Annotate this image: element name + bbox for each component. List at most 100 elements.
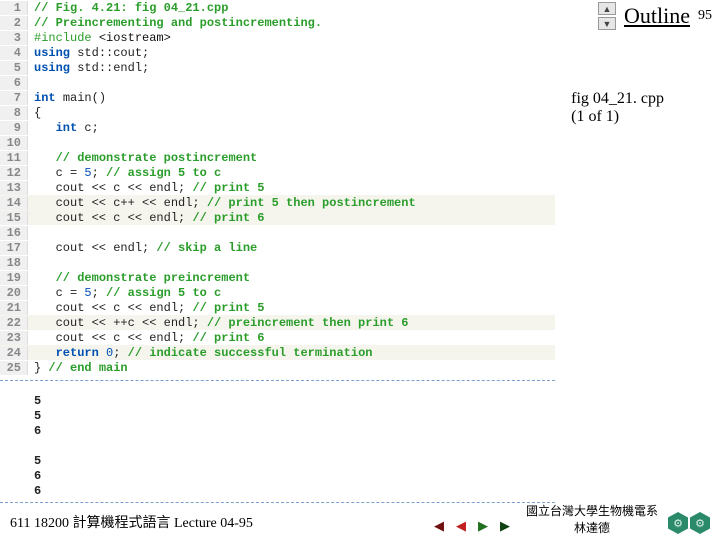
footer-author: 林達德: [526, 519, 658, 536]
line-number: 21: [0, 301, 28, 315]
code-text: } // end main: [28, 361, 128, 375]
code-text: int c;: [28, 121, 99, 135]
line-number: 24: [0, 346, 28, 360]
code-text: // demonstrate postincrement: [28, 151, 257, 165]
line-number: 19: [0, 271, 28, 285]
code-line: 13 cout << c << endl; // print 5: [0, 180, 555, 195]
line-number: 4: [0, 46, 28, 60]
code-text: using std::cout;: [28, 46, 149, 60]
code-line: 11 // demonstrate postincrement: [0, 150, 555, 165]
line-number: 17: [0, 241, 28, 255]
code-line: 3#include <iostream>: [0, 30, 555, 45]
code-text: cout << c << endl; // print 6: [28, 211, 264, 225]
line-number: 22: [0, 316, 28, 330]
output-line: 5: [0, 409, 555, 424]
code-line: 15 cout << c << endl; // print 6: [0, 210, 555, 225]
line-number: 9: [0, 121, 28, 135]
file-name: fig 04_21. cpp: [571, 90, 664, 108]
code-text: int main(): [28, 91, 106, 105]
code-text: cout << endl; // skip a line: [28, 241, 257, 255]
line-number: 25: [0, 361, 28, 375]
line-number: 3: [0, 31, 28, 45]
line-number: 16: [0, 226, 28, 240]
separator: [0, 502, 555, 503]
code-line: 16: [0, 225, 555, 240]
code-line: 2// Preincrementing and postincrementing…: [0, 15, 555, 30]
code-text: c = 5; // assign 5 to c: [28, 286, 221, 300]
line-number: 20: [0, 286, 28, 300]
next-slide-icon[interactable]: ▶: [474, 518, 492, 534]
line-number: 10: [0, 136, 28, 150]
code-line: 18: [0, 255, 555, 270]
code-text: using std::endl;: [28, 61, 149, 75]
code-text: cout << ++c << endl; // preincrement the…: [28, 316, 408, 330]
arrow-down-icon[interactable]: ▼: [598, 17, 616, 30]
hex-icon: ⚙: [690, 512, 710, 534]
code-line: 14 cout << c++ << endl; // print 5 then …: [0, 195, 555, 210]
output-line: 5: [0, 454, 555, 469]
line-number: 13: [0, 181, 28, 195]
first-slide-icon[interactable]: ◀: [430, 518, 448, 534]
line-number: 2: [0, 16, 28, 30]
code-line: 25} // end main: [0, 360, 555, 375]
file-part: (1 of 1): [571, 108, 664, 126]
separator: [0, 380, 555, 381]
code-text: // Fig. 4.21: fig 04_21.cpp: [28, 1, 228, 15]
code-text: return 0; // indicate successful termina…: [28, 346, 372, 360]
code-line: 23 cout << c << endl; // print 6: [0, 330, 555, 345]
code-text: // Preincrementing and postincrementing.: [28, 16, 322, 30]
code-text: #include <iostream>: [28, 31, 171, 45]
output-line: 6: [0, 484, 555, 499]
line-number: 14: [0, 196, 28, 210]
code-line: 17 cout << endl; // skip a line: [0, 240, 555, 255]
logo: ⚙ ⚙: [668, 512, 710, 534]
code-line: 5using std::endl;: [0, 60, 555, 75]
footer: 611 18200 計算機程式語言 Lecture 04-95 ◀ ◀ ▶ ▶ …: [0, 504, 720, 540]
code-text: c = 5; // assign 5 to c: [28, 166, 221, 180]
code-line: 24 return 0; // indicate successful term…: [0, 345, 555, 360]
line-number: 15: [0, 211, 28, 225]
slide-number: 95: [698, 8, 712, 24]
code-text: // demonstrate preincrement: [28, 271, 250, 285]
arrow-up-icon[interactable]: ▲: [598, 2, 616, 15]
code-text: cout << c << endl; // print 5: [28, 181, 264, 195]
code-listing: 1// Fig. 4.21: fig 04_21.cpp2// Preincre…: [0, 0, 555, 375]
code-text: {: [28, 106, 41, 120]
output-line: [0, 439, 555, 454]
line-number: 18: [0, 256, 28, 270]
output-line: 5: [0, 394, 555, 409]
output-line: 6: [0, 424, 555, 439]
code-text: cout << c << endl; // print 6: [28, 331, 264, 345]
code-line: 1// Fig. 4.21: fig 04_21.cpp: [0, 0, 555, 15]
nav-arrows: ▲ ▼: [598, 2, 616, 30]
code-line: 10: [0, 135, 555, 150]
code-line: 7int main(): [0, 90, 555, 105]
footer-right: 國立台灣大學生物機電系 林達德: [526, 502, 658, 536]
code-line: 8{: [0, 105, 555, 120]
line-number: 8: [0, 106, 28, 120]
output-line: 6: [0, 469, 555, 484]
slide-nav: ◀ ◀ ▶ ▶: [430, 518, 514, 534]
program-output: 556566: [0, 394, 555, 499]
line-number: 1: [0, 1, 28, 15]
code-line: 19 // demonstrate preincrement: [0, 270, 555, 285]
outline-title: Outline: [624, 3, 690, 29]
line-number: 23: [0, 331, 28, 345]
line-number: 7: [0, 91, 28, 105]
line-number: 11: [0, 151, 28, 165]
code-line: 9 int c;: [0, 120, 555, 135]
code-line: 22 cout << ++c << endl; // preincrement …: [0, 315, 555, 330]
line-number: 5: [0, 61, 28, 75]
file-label: fig 04_21. cpp (1 of 1): [571, 90, 664, 126]
last-slide-icon[interactable]: ▶: [496, 518, 514, 534]
code-line: 21 cout << c << endl; // print 5: [0, 300, 555, 315]
code-line: 20 c = 5; // assign 5 to c: [0, 285, 555, 300]
code-line: 12 c = 5; // assign 5 to c: [0, 165, 555, 180]
code-line: 4using std::cout;: [0, 45, 555, 60]
prev-slide-icon[interactable]: ◀: [452, 518, 470, 534]
code-line: 6: [0, 75, 555, 90]
hex-icon: ⚙: [668, 512, 688, 534]
footer-left: 611 18200 計算機程式語言 Lecture 04-95: [0, 512, 253, 532]
code-text: cout << c++ << endl; // print 5 then pos…: [28, 196, 416, 210]
footer-org: 國立台灣大學生物機電系: [526, 502, 658, 519]
